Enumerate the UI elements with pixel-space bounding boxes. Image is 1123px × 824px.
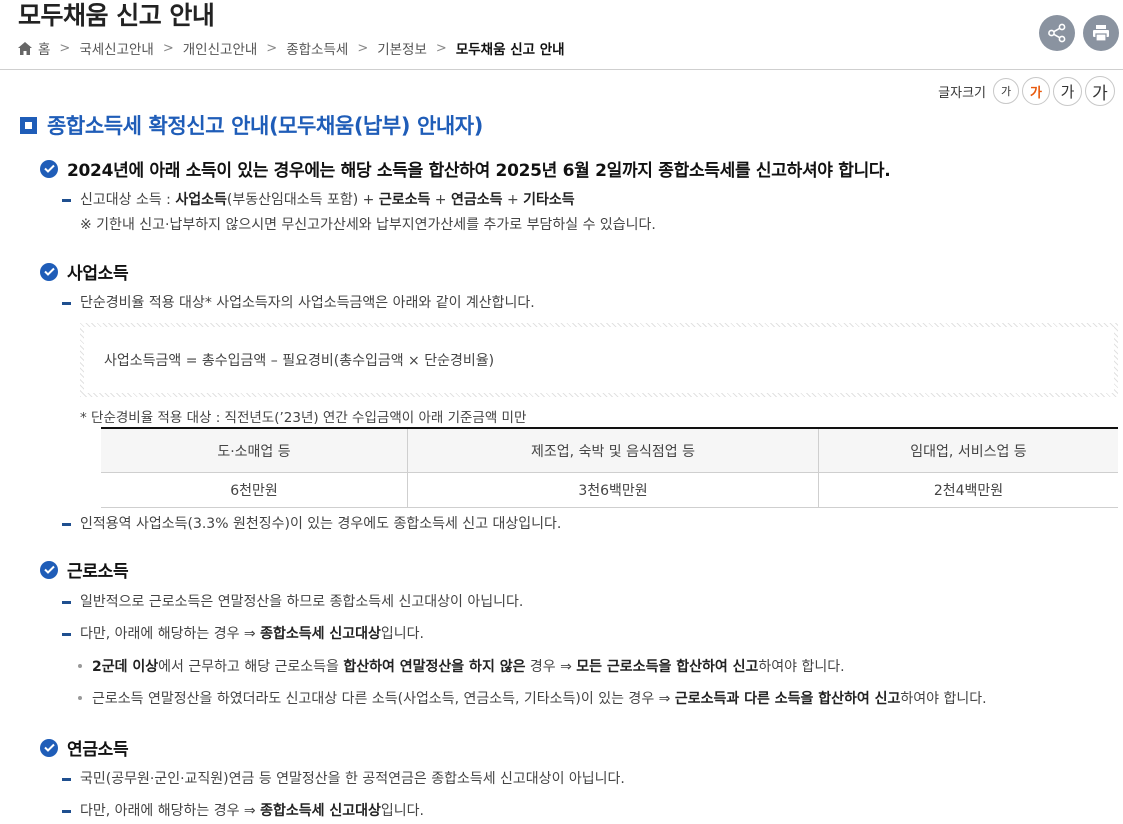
page-title: 모두채움 신고 안내 bbox=[18, 1, 215, 30]
breadcrumb-item[interactable]: 기본정보 bbox=[377, 38, 427, 58]
font-size-small-button[interactable]: 가 bbox=[993, 78, 1019, 104]
pension-line-2: 다만, 아래에 해당하는 경우 ⇒ 종합소득세 신고대상입니다. bbox=[62, 801, 424, 821]
labor-line-2: 다만, 아래에 해당하는 경우 ⇒ 종합소득세 신고대상입니다. bbox=[62, 624, 424, 644]
table-cell: 6천만원 bbox=[101, 472, 408, 508]
check-circle-icon bbox=[40, 738, 58, 757]
font-size-large-button[interactable]: 가 bbox=[1053, 76, 1082, 106]
table-cell: 3천6백만원 bbox=[407, 472, 819, 508]
chevron-right-icon: > bbox=[435, 40, 447, 56]
check-circle-icon bbox=[40, 262, 58, 281]
labor-heading: 근로소득 bbox=[40, 557, 129, 582]
table-header-cell: 임대업, 서비스업 등 bbox=[818, 427, 1118, 473]
threshold-note: * 단순경비율 적용 대상 : 직전년도(’23년) 연간 수입금액이 아래 기… bbox=[80, 410, 527, 426]
intro-penalty-note: ※ 기한내 신고·납부하지 않으시면 무신고가산세와 납부지연가산세를 추가로 … bbox=[80, 217, 656, 233]
chevron-right-icon: > bbox=[162, 40, 174, 56]
breadcrumb-home[interactable]: 홈 bbox=[18, 38, 50, 58]
check-circle-icon bbox=[40, 560, 58, 579]
bullet-icon bbox=[78, 696, 82, 700]
threshold-table: 도·소매업 등 제조업, 숙박 및 음식점업 등 임대업, 서비스업 등 6천만… bbox=[101, 427, 1118, 508]
dash-icon bbox=[62, 302, 71, 305]
pension-heading: 연금소득 bbox=[40, 735, 129, 760]
labor-bullet-2: 근로소득 연말정산을 하였더라도 신고대상 다른 소득(사업소득, 연금소득, … bbox=[78, 688, 987, 708]
font-size-control: 글자크기 가 가 가 가 bbox=[938, 76, 1115, 106]
intro-heading: 2024년에 아래 소득이 있는 경우에는 해당 소득을 합산하여 2025년 … bbox=[40, 156, 891, 181]
bullet-icon bbox=[78, 664, 82, 668]
font-size-normal-button[interactable]: 가 bbox=[1022, 77, 1050, 105]
dash-icon bbox=[62, 810, 71, 813]
table-header-row: 도·소매업 등 제조업, 숙박 및 음식점업 등 임대업, 서비스업 등 bbox=[101, 427, 1118, 473]
dash-icon bbox=[62, 523, 71, 526]
business-line-2: 인적용역 사업소득(3.3% 원천징수)이 있는 경우에도 종합소득세 신고 대… bbox=[62, 514, 561, 534]
breadcrumb: 홈 > 국세신고안내 > 개인신고안내 > 종합소득세 > 기본정보 > 모두채… bbox=[18, 38, 565, 58]
page-header: 모두채움 신고 안내 홈 > 국세신고안내 > 개인신고안내 > 종합소득세 >… bbox=[0, 0, 1123, 70]
table-header-cell: 도·소매업 등 bbox=[101, 427, 408, 473]
labor-line-1: 일반적으로 근로소득은 연말정산을 하므로 종합소득세 신고대상이 아닙니다. bbox=[62, 592, 523, 612]
chevron-right-icon: > bbox=[266, 40, 278, 56]
pension-line-1: 국민(공무원·군인·교직원)연금 등 연말정산을 한 공적연금은 종합소득세 신… bbox=[62, 769, 625, 789]
table-row: 6천만원 3천6백만원 2천4백만원 bbox=[101, 472, 1118, 508]
dash-icon bbox=[62, 633, 71, 636]
business-heading: 사업소득 bbox=[40, 259, 129, 284]
font-size-label: 글자크기 bbox=[938, 85, 986, 101]
intro-income-line: 신고대상 소득 : 사업소득(부동산임대소득 포함) + 근로소득 + 연금소득… bbox=[62, 190, 575, 210]
breadcrumb-item[interactable]: 개인신고안내 bbox=[183, 38, 258, 58]
check-circle-icon bbox=[40, 159, 58, 178]
business-line-1: 단순경비율 적용 대상* 사업소득자의 사업소득금액은 아래와 같이 계산합니다… bbox=[62, 293, 535, 313]
table-cell: 2천4백만원 bbox=[818, 472, 1118, 508]
chevron-right-icon: > bbox=[357, 40, 369, 56]
labor-bullet-1: 2군데 이상에서 근무하고 해당 근로소득을 합산하여 연말정산을 하지 않은 … bbox=[78, 656, 845, 676]
dash-icon bbox=[62, 601, 71, 604]
section-title: 종합소득세 확정신고 안내(모두채움(납부) 안내자) bbox=[20, 110, 483, 140]
share-button[interactable] bbox=[1039, 15, 1075, 51]
breadcrumb-item[interactable]: 국세신고안내 bbox=[79, 38, 154, 58]
breadcrumb-item[interactable]: 종합소득세 bbox=[286, 38, 348, 58]
table-header-cell: 제조업, 숙박 및 음식점업 등 bbox=[407, 427, 819, 473]
square-bullet-icon bbox=[20, 116, 37, 134]
chevron-right-icon: > bbox=[59, 40, 71, 56]
home-icon bbox=[18, 41, 32, 55]
dash-icon bbox=[62, 778, 71, 781]
dash-icon bbox=[62, 199, 71, 202]
print-button[interactable] bbox=[1083, 15, 1119, 51]
share-icon bbox=[1048, 23, 1066, 43]
printer-icon bbox=[1093, 25, 1109, 42]
font-size-xlarge-button[interactable]: 가 bbox=[1085, 76, 1115, 106]
formula-text: 사업소득금액 = 총수입금액 – 필요경비(총수입금액 × 단순경비율) bbox=[84, 327, 1114, 393]
breadcrumb-current: 모두채움 신고 안내 bbox=[455, 42, 565, 58]
formula-box: 사업소득금액 = 총수입금액 – 필요경비(총수입금액 × 단순경비율) bbox=[80, 323, 1118, 397]
